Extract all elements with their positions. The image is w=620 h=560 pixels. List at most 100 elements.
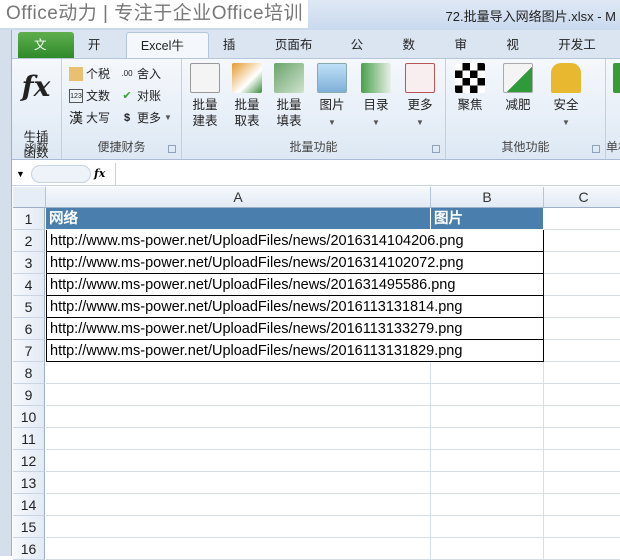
- cell[interactable]: [46, 516, 431, 538]
- url-cell[interactable]: http://www.ms-power.net/UploadFiles/news…: [46, 274, 455, 296]
- tab-insert[interactable]: 插入: [209, 32, 261, 78]
- cell[interactable]: [46, 472, 431, 494]
- picture-button[interactable]: 图片 ▼: [312, 63, 352, 131]
- dropdown-icon[interactable]: ▼: [16, 169, 25, 179]
- cell[interactable]: [431, 428, 544, 450]
- cell[interactable]: [544, 428, 620, 450]
- cell[interactable]: [544, 450, 620, 472]
- url-cell[interactable]: http://www.ms-power.net/UploadFiles/news…: [46, 318, 462, 340]
- cell[interactable]: [46, 494, 431, 516]
- cell[interactable]: [46, 538, 431, 560]
- cell[interactable]: [544, 340, 620, 362]
- tab-view[interactable]: 视图: [492, 32, 544, 78]
- tab-review[interactable]: 审阅: [440, 32, 492, 78]
- cell[interactable]: [544, 406, 620, 428]
- row-header[interactable]: 11: [13, 428, 45, 450]
- more-finance-button[interactable]: $ 更多 ▼: [120, 109, 172, 126]
- dialog-launcher-icon[interactable]: [432, 145, 440, 153]
- row-header[interactable]: 16: [13, 538, 45, 560]
- uppercase-button[interactable]: 漢大写: [69, 109, 110, 126]
- row-header[interactable]: 1: [13, 208, 45, 230]
- slim-button[interactable]: 减肥: [498, 63, 538, 113]
- cell[interactable]: [431, 362, 544, 384]
- cell[interactable]: [544, 472, 620, 494]
- cell[interactable]: [544, 384, 620, 406]
- cell[interactable]: [431, 384, 544, 406]
- row-header[interactable]: 7: [13, 340, 45, 362]
- reconcile-button[interactable]: ✔ 对账: [120, 87, 161, 104]
- tab-page-layout[interactable]: 页面布局: [261, 32, 337, 78]
- text-number-button[interactable]: 123 文数: [69, 87, 110, 104]
- tab-excel-niucha[interactable]: Excel牛插: [125, 32, 209, 79]
- tab-developer[interactable]: 开发工具: [544, 32, 620, 78]
- column-header-c[interactable]: C: [544, 187, 620, 208]
- focus-button[interactable]: 聚焦: [450, 63, 490, 113]
- select-all-corner[interactable]: [13, 187, 46, 208]
- cell[interactable]: [431, 472, 544, 494]
- security-button[interactable]: 安全 ▼: [546, 63, 586, 131]
- cell[interactable]: [544, 230, 620, 252]
- row-header[interactable]: 10: [13, 406, 45, 428]
- name-box-field[interactable]: [30, 164, 91, 183]
- row-header[interactable]: 15: [13, 516, 45, 538]
- tax-button[interactable]: 个税: [69, 65, 110, 82]
- batch-get-sheets-button[interactable]: 批量 取表: [227, 63, 267, 129]
- cell[interactable]: [544, 516, 620, 538]
- window-title: 72.批量导入网络图片.xlsx - M: [445, 9, 616, 24]
- row-header[interactable]: 5: [13, 296, 45, 318]
- formula-input[interactable]: [115, 162, 620, 185]
- cell[interactable]: [46, 406, 431, 428]
- cell[interactable]: [431, 516, 544, 538]
- batch-fill-sheets-button[interactable]: 批量 填表: [269, 63, 309, 129]
- round-button[interactable]: .00 舍入: [120, 65, 161, 82]
- insert-function-icon[interactable]: fx: [94, 167, 105, 180]
- formula-bar: ▼ fx: [12, 162, 620, 186]
- tab-file[interactable]: 文件: [18, 32, 74, 78]
- catalog-button[interactable]: 目录 ▼: [356, 63, 396, 131]
- column-header-a[interactable]: A: [46, 187, 431, 208]
- dialog-launcher-icon[interactable]: [168, 145, 176, 153]
- cell[interactable]: [431, 538, 544, 560]
- column-header-b[interactable]: B: [431, 187, 544, 208]
- row-header[interactable]: 8: [13, 362, 45, 384]
- row-header[interactable]: 12: [13, 450, 45, 472]
- url-cell[interactable]: http://www.ms-power.net/UploadFiles/news…: [46, 230, 464, 252]
- row-header[interactable]: 2: [13, 230, 45, 252]
- batch-create-sheets-button[interactable]: 批量 建表: [185, 63, 225, 129]
- cell[interactable]: [46, 428, 431, 450]
- more-batch-button[interactable]: 更多 ▼: [400, 63, 440, 131]
- cell[interactable]: [46, 362, 431, 384]
- row-header[interactable]: 3: [13, 252, 45, 274]
- ribbon-tabs: 文件 开始 Excel牛插 插入 页面布局 公式 数据 审阅 视图 开发工具: [12, 30, 620, 79]
- row-header[interactable]: 9: [13, 384, 45, 406]
- dialog-launcher-icon[interactable]: [592, 145, 600, 153]
- cell[interactable]: [544, 296, 620, 318]
- url-cell[interactable]: http://www.ms-power.net/UploadFiles/news…: [46, 340, 462, 362]
- row-header[interactable]: 4: [13, 274, 45, 296]
- tab-formulas[interactable]: 公式: [337, 32, 389, 78]
- cell[interactable]: [431, 494, 544, 516]
- row-header[interactable]: 13: [13, 472, 45, 494]
- header-cell[interactable]: 图片: [431, 208, 544, 230]
- url-cell[interactable]: http://www.ms-power.net/UploadFiles/news…: [46, 296, 462, 318]
- cell[interactable]: [544, 318, 620, 340]
- header-cell[interactable]: 网络: [46, 208, 431, 230]
- abc123-icon: 123: [69, 88, 83, 103]
- cell[interactable]: [544, 538, 620, 560]
- row-header[interactable]: 14: [13, 494, 45, 516]
- tab-data[interactable]: 数据: [389, 32, 441, 78]
- cell[interactable]: [544, 362, 620, 384]
- url-cell[interactable]: http://www.ms-power.net/UploadFiles/news…: [46, 252, 464, 274]
- cell[interactable]: [46, 384, 431, 406]
- cell[interactable]: [544, 208, 620, 230]
- row-header[interactable]: 6: [13, 318, 45, 340]
- dollar-icon: $: [123, 111, 131, 124]
- register-button[interactable]: 注 软: [608, 63, 620, 129]
- cell[interactable]: [544, 252, 620, 274]
- cell[interactable]: [431, 450, 544, 472]
- cell[interactable]: [431, 406, 544, 428]
- tab-home[interactable]: 开始: [74, 32, 126, 78]
- cell[interactable]: [46, 450, 431, 472]
- cell[interactable]: [544, 494, 620, 516]
- cell[interactable]: [544, 274, 620, 296]
